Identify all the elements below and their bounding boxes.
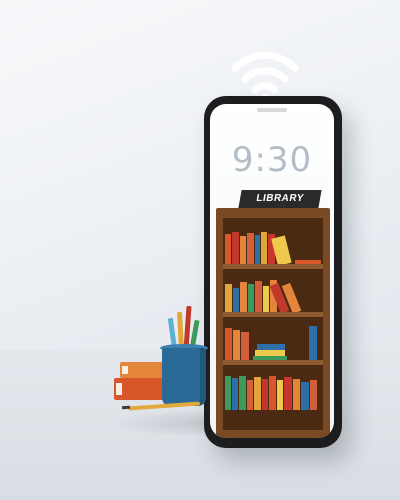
book: [310, 380, 317, 410]
phone-screen: 9:30 LIBRARY: [210, 104, 334, 438]
book: [257, 344, 285, 350]
book: [240, 236, 246, 266]
book: [255, 281, 262, 314]
book: [225, 284, 232, 314]
book: [293, 379, 300, 410]
book: [233, 330, 240, 362]
lock-screen-time: 9:30: [231, 140, 313, 180]
book: [225, 376, 231, 410]
smartphone: 9:30 LIBRARY: [204, 96, 342, 448]
book: [262, 379, 268, 410]
book: [232, 378, 238, 410]
book: [240, 282, 247, 314]
illustration-scene: 9:30 LIBRARY: [0, 0, 400, 500]
book: [239, 376, 246, 410]
book: [247, 380, 253, 410]
shelf-row-4: [223, 370, 323, 410]
book: [225, 328, 232, 362]
bookshelf: [216, 208, 330, 438]
book: [248, 284, 254, 314]
book: [247, 233, 254, 266]
pencil-cup: [162, 348, 206, 406]
book: [284, 377, 292, 410]
book-pages: [122, 366, 128, 374]
book: [255, 235, 260, 266]
book: [277, 380, 283, 410]
pencil-tip: [121, 405, 131, 410]
book: [261, 232, 267, 266]
library-sign: LIBRARY: [238, 190, 322, 208]
book: [241, 332, 249, 362]
book: [263, 286, 269, 314]
book-pages: [116, 383, 122, 395]
shelf-row-3: [223, 322, 323, 362]
book: [255, 350, 285, 356]
book: [269, 376, 276, 410]
shelf-plank: [223, 312, 323, 317]
book: [309, 326, 317, 362]
shelf-plank: [223, 360, 323, 365]
shelf-row-2: [223, 274, 323, 314]
phone-speaker: [257, 108, 287, 112]
shelf-row-1: [223, 226, 323, 266]
shelf-plank: [223, 264, 323, 269]
book: [225, 234, 231, 266]
book: [301, 382, 309, 410]
book: [232, 232, 239, 266]
book: [254, 377, 261, 410]
book: [233, 288, 239, 314]
bookshelf-interior: [223, 218, 323, 430]
